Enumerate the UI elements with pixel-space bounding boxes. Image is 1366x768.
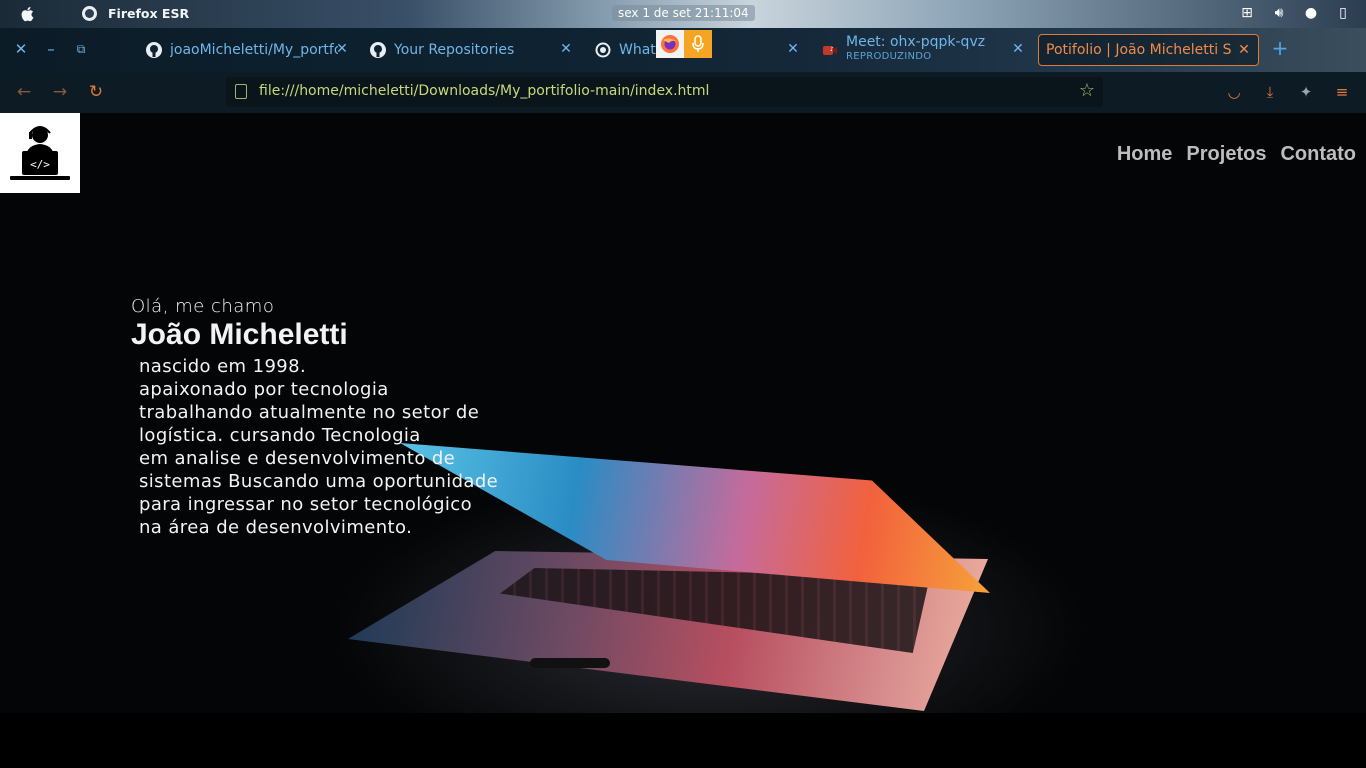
battery-icon[interactable]: ▯ [1334, 4, 1352, 22]
tab-label: Meet: ohx-pqpk-qvz [846, 34, 986, 50]
person-name: João Micheletti [131, 318, 348, 351]
tab-close-icon[interactable]: ✕ [1236, 41, 1252, 59]
volume-icon[interactable]: 🔊︎ [1270, 4, 1288, 22]
menu-link-contato[interactable]: Contato [1280, 143, 1356, 166]
tab-label: Your Repositories [394, 42, 515, 58]
tab-close-icon[interactable]: ✕ [1010, 40, 1026, 58]
tab-playing-label: REPRODUZINDO [846, 51, 932, 62]
bio-line: nascido em 1998. [139, 356, 307, 377]
web-page: </> Home Projetos Contato Olá, me chamo … [0, 113, 1366, 768]
back-arrow-icon[interactable]: ← [14, 82, 34, 102]
system-tray: ⊞ 🔊︎ ● ▯ [1238, 4, 1352, 22]
active-app-name[interactable]: Firefox ESR [108, 6, 189, 21]
bio-line: trabalhando atualmente no setor de [139, 402, 480, 423]
sharing-indicator[interactable] [656, 30, 712, 58]
laptop-notch [530, 658, 610, 668]
tab-close-icon[interactable]: ✕ [785, 40, 801, 58]
address-bar-url[interactable]: file:///home/micheletti/Downloads/My_por… [259, 83, 709, 99]
firefox-icon [656, 30, 684, 58]
reload-icon[interactable]: ↻ [86, 82, 106, 102]
microphone-sharing-icon [684, 30, 712, 58]
new-tab-plus-icon[interactable]: + [1271, 38, 1289, 58]
tab-close-icon[interactable]: ✕ [558, 40, 574, 58]
forward-arrow-icon[interactable]: → [50, 82, 70, 102]
whatsapp-icon [595, 42, 611, 58]
menu-link-home[interactable]: Home [1117, 143, 1173, 166]
window-close-icon[interactable]: ✕ [12, 40, 30, 58]
tab-close-icon[interactable]: ✕ [334, 40, 350, 58]
microphone-icon[interactable]: ● [1302, 4, 1320, 22]
tab-meet[interactable]: ♪ Meet: ohx-pqpk-qvz REPRODUZINDO ✕ [822, 34, 1026, 66]
tab-meet-text: Meet: ohx-pqpk-qvz REPRODUZINDO [846, 34, 985, 62]
bio-line: para ingressar no setor tecnológico [139, 494, 473, 515]
tab-github-portfolio[interactable]: joaoMicheletti/My_portfo ✕ [146, 34, 350, 66]
bio-line: na área de desenvolvimento. [139, 517, 413, 538]
site-menu: Home Projetos Contato [1117, 143, 1356, 166]
tab-portfolio-active[interactable]: Potifolio | João Micheletti So ✕ [1038, 34, 1259, 66]
navigation-toolbar: ← → ↻ file:///home/micheletti/Downloads/… [0, 72, 1366, 113]
address-bar[interactable]: file:///home/micheletti/Downloads/My_por… [226, 77, 1103, 107]
system-clock[interactable]: sex 1 de set 21:11:04 [612, 5, 755, 21]
pocket-icon[interactable]: ◡ [1224, 82, 1244, 102]
window-restore-icon[interactable]: ⧉ [72, 40, 90, 58]
window-minimize-icon[interactable]: – [42, 40, 60, 58]
bio-line: em analise e desenvolvimento de [139, 448, 456, 469]
github-icon [370, 42, 386, 58]
svg-text:</>: </> [30, 158, 50, 171]
bookmark-star-icon[interactable]: ☆ [1077, 81, 1097, 101]
svg-text:♪: ♪ [830, 46, 834, 53]
network-icon[interactable]: ⊞ [1238, 4, 1256, 22]
intro-section: Olá, me chamo João Micheletti nascido em… [131, 296, 551, 539]
firefox-small-icon [82, 6, 97, 21]
greeting-text: Olá, me chamo [131, 296, 275, 317]
meet-icon: ♪ [823, 46, 837, 55]
site-logo[interactable]: </> [0, 113, 80, 193]
tab-label: joaoMicheletti/My_portfo [170, 42, 338, 58]
page-document-icon [235, 84, 247, 99]
developer-laptop-icon: </> [10, 126, 70, 180]
bio-line: logística. cursando Tecnologia [139, 425, 421, 446]
apple-icon[interactable] [20, 5, 36, 23]
bio-text: nascido em 1998. apaixonado por tecnolog… [139, 355, 551, 539]
downloads-icon[interactable]: ⤓ [1260, 82, 1280, 102]
tab-your-repositories[interactable]: Your Repositories ✕ [370, 34, 574, 66]
tab-label: Potifolio | João Micheletti So [1046, 42, 1232, 58]
bio-line: sistemas Buscando uma oportunidade [139, 471, 499, 492]
bio-line: apaixonado por tecnologia [139, 379, 389, 400]
menu-link-projetos[interactable]: Projetos [1186, 143, 1266, 166]
os-top-bar: Firefox ESR sex 1 de set 21:11:04 ⊞ 🔊︎ ●… [0, 0, 1366, 28]
extension-icon[interactable]: ✦ [1296, 82, 1316, 102]
hamburger-menu-icon[interactable]: ≡ [1332, 82, 1352, 102]
github-icon [146, 42, 162, 58]
